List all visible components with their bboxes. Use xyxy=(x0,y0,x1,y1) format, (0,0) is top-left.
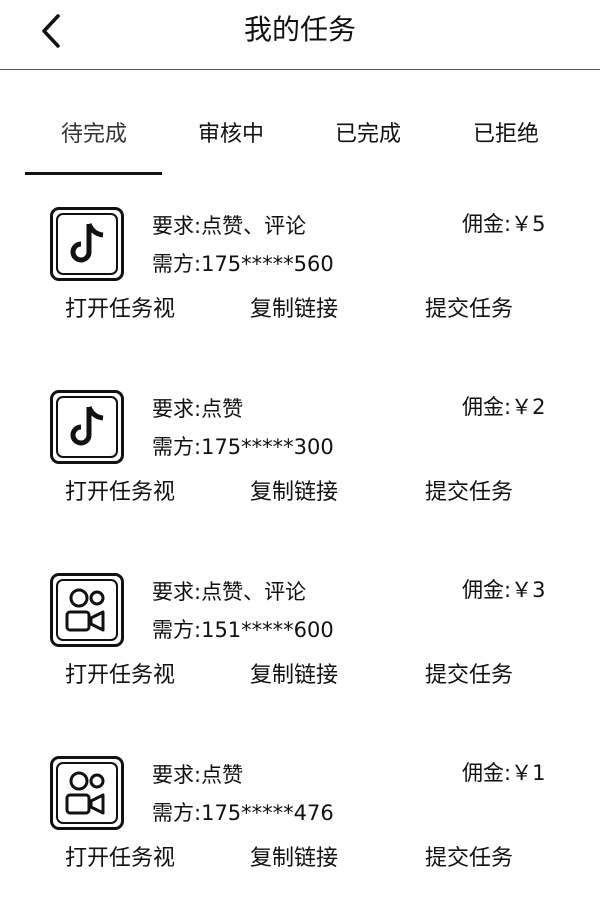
submit-task-button[interactable]: 提交任务 xyxy=(425,659,513,693)
open-task-video-button[interactable]: 打开任务视 xyxy=(65,659,175,693)
task-commission: 佣金:￥1 xyxy=(462,758,545,788)
copy-link-button[interactable]: 复制链接 xyxy=(250,659,338,693)
tab-completed[interactable]: 已完成 xyxy=(298,118,438,152)
douyin-icon xyxy=(50,207,124,281)
requirement-label: 要求: xyxy=(152,214,202,238)
header-bar: 我的任务 xyxy=(0,0,600,70)
commission-label: 佣金: xyxy=(462,395,512,419)
task-poster: 需方:175*****476 xyxy=(152,798,334,828)
requirement-label: 要求: xyxy=(152,580,202,604)
douyin-icon xyxy=(50,390,124,464)
status-tabs: 待完成 审核中 已完成 已拒绝 xyxy=(0,100,600,180)
kuaishou-icon xyxy=(50,573,124,647)
task-actions: 打开任务视 复制链接 提交任务 xyxy=(0,476,600,512)
task-commission: 佣金:￥2 xyxy=(462,392,545,422)
commission-value: ￥1 xyxy=(511,761,546,785)
copy-link-button[interactable]: 复制链接 xyxy=(250,293,338,327)
active-tab-indicator xyxy=(25,172,162,175)
requirement-label: 要求: xyxy=(152,763,202,787)
commission-label: 佣金: xyxy=(462,578,512,602)
poster-label: 需方: xyxy=(152,252,202,276)
tab-reviewing[interactable]: 审核中 xyxy=(161,118,301,152)
poster-value: 175*****476 xyxy=(201,801,334,825)
task-requirement: 要求:点赞、评论 xyxy=(152,211,306,241)
task-actions: 打开任务视 复制链接 提交任务 xyxy=(0,659,600,695)
poster-value: 175*****560 xyxy=(201,252,334,276)
task-commission: 佣金:￥3 xyxy=(462,575,545,605)
page-title: 我的任务 xyxy=(243,13,356,46)
open-task-video-button[interactable]: 打开任务视 xyxy=(65,842,175,876)
poster-label: 需方: xyxy=(152,435,202,459)
commission-value: ￥3 xyxy=(511,578,546,602)
submit-task-button[interactable]: 提交任务 xyxy=(425,293,513,327)
task-actions: 打开任务视 复制链接 提交任务 xyxy=(0,293,600,329)
copy-link-button[interactable]: 复制链接 xyxy=(250,476,338,510)
commission-label: 佣金: xyxy=(462,212,512,236)
submit-task-button[interactable]: 提交任务 xyxy=(425,842,513,876)
requirement-value: 点赞、评论 xyxy=(201,214,307,238)
poster-value: 175*****300 xyxy=(201,435,334,459)
commission-label: 佣金: xyxy=(462,761,512,785)
task-requirement: 要求:点赞 xyxy=(152,394,243,424)
poster-label: 需方: xyxy=(152,801,202,825)
requirement-value: 点赞 xyxy=(201,763,244,787)
submit-task-button[interactable]: 提交任务 xyxy=(425,476,513,510)
commission-value: ￥5 xyxy=(511,212,546,236)
tab-rejected[interactable]: 已拒绝 xyxy=(436,118,576,152)
task-poster: 需方:151*****600 xyxy=(152,615,334,645)
task-commission: 佣金:￥5 xyxy=(462,209,545,239)
task-item: 要求:点赞、评论 需方:151*****600 佣金:￥3 打开任务视 复制链接… xyxy=(0,573,600,733)
open-task-video-button[interactable]: 打开任务视 xyxy=(65,476,175,510)
task-item: 要求:点赞 需方:175*****476 佣金:￥1 打开任务视 复制链接 提交… xyxy=(0,756,600,916)
requirement-label: 要求: xyxy=(152,397,202,421)
poster-value: 151*****600 xyxy=(201,618,334,642)
task-requirement: 要求:点赞、评论 xyxy=(152,577,306,607)
task-poster: 需方:175*****560 xyxy=(152,249,334,279)
task-requirement: 要求:点赞 xyxy=(152,760,243,790)
poster-label: 需方: xyxy=(152,618,202,642)
requirement-value: 点赞 xyxy=(201,397,244,421)
open-task-video-button[interactable]: 打开任务视 xyxy=(65,293,175,327)
copy-link-button[interactable]: 复制链接 xyxy=(250,842,338,876)
requirement-value: 点赞、评论 xyxy=(201,580,307,604)
task-actions: 打开任务视 复制链接 提交任务 xyxy=(0,842,600,878)
task-item: 要求:点赞 需方:175*****300 佣金:￥2 打开任务视 复制链接 提交… xyxy=(0,390,600,550)
tab-pending[interactable]: 待完成 xyxy=(24,118,164,152)
task-item: 要求:点赞、评论 需方:175*****560 佣金:￥5 打开任务视 复制链接… xyxy=(0,207,600,367)
kuaishou-icon xyxy=(50,756,124,830)
task-poster: 需方:175*****300 xyxy=(152,432,334,462)
commission-value: ￥2 xyxy=(511,395,546,419)
